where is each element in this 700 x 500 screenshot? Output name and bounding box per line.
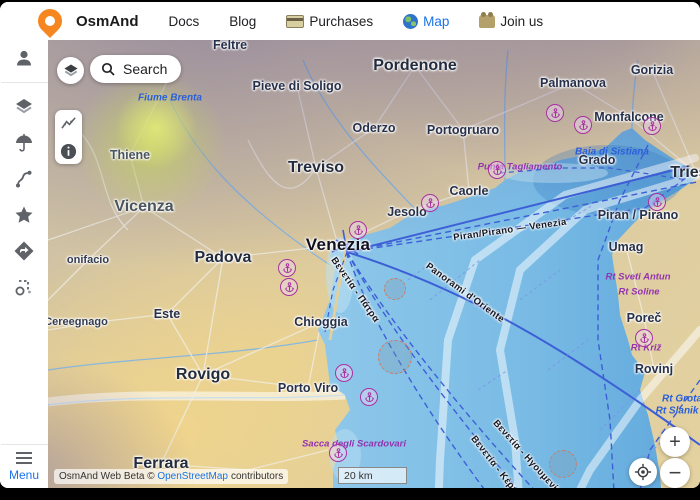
layers-icon [13,96,35,118]
map-base-layer [48,40,700,488]
elevation-profile-icon [60,116,77,131]
app-window: OsmAnd Docs Blog Purchases Map Join us [0,2,700,488]
terrain-chart-button[interactable] [55,110,82,136]
directions-icon [13,240,35,262]
brand-title: OsmAnd [76,13,139,30]
star-icon [13,204,35,226]
nav-item-docs[interactable]: Docs [169,14,200,29]
sidebar-item-navigation[interactable] [0,233,48,269]
sidebar-item-layers[interactable] [0,89,48,125]
nav-item-purchases[interactable]: Purchases [286,14,373,29]
sidebar-item-favorites[interactable] [0,197,48,233]
nav-item-join-us[interactable]: Join us [479,14,543,29]
sidebar-item-plan-route[interactable] [0,269,48,305]
umbrella-icon [13,132,35,154]
search-button[interactable]: Search [90,55,181,83]
account-icon [13,47,35,69]
search-label: Search [123,61,167,77]
people-icon [479,15,495,28]
sidebar-divider [1,82,48,83]
info-icon [60,143,77,160]
sidebar-menu-button[interactable]: Menu [9,451,39,488]
left-sidebar: Menu [0,40,48,488]
map-canvas[interactable]: FeltrePieve di SoligoPordenoneOderzoPort… [48,40,700,488]
plan-route-icon [13,276,35,298]
grado-lagoon [498,163,608,183]
nav-item-map[interactable]: Map [403,14,449,29]
zoom-out-button[interactable]: − [660,458,690,488]
scale-bar: 20 km [338,467,407,484]
menu-label: Menu [9,468,39,482]
globe-icon [403,14,418,29]
map-tools-panel [55,110,82,164]
sidebar-divider-bottom [1,444,48,445]
map-attribution: OsmAnd Web Beta © OpenStreetMap contribu… [54,469,288,484]
map-layers-button[interactable] [57,57,84,84]
po-river-glow [48,395,345,402]
sidebar-item-account[interactable] [0,40,48,76]
crosshair-icon [634,463,652,481]
credit-card-icon [286,15,304,28]
search-icon [100,61,116,77]
my-location-button[interactable] [629,458,657,486]
map-layers-icon [62,62,80,80]
zoom-in-button[interactable]: + [660,427,690,457]
openstreetmap-link[interactable]: OpenStreetMap [157,471,228,482]
info-button[interactable] [55,138,82,164]
sidebar-item-weather[interactable] [0,125,48,161]
top-navbar: OsmAnd Docs Blog Purchases Map Join us [0,2,700,40]
sidebar-item-tracks[interactable] [0,161,48,197]
hamburger-icon [15,451,33,465]
track-route-icon [13,168,35,190]
nav-item-blog[interactable]: Blog [229,14,256,29]
osmand-logo-icon[interactable] [33,4,67,38]
